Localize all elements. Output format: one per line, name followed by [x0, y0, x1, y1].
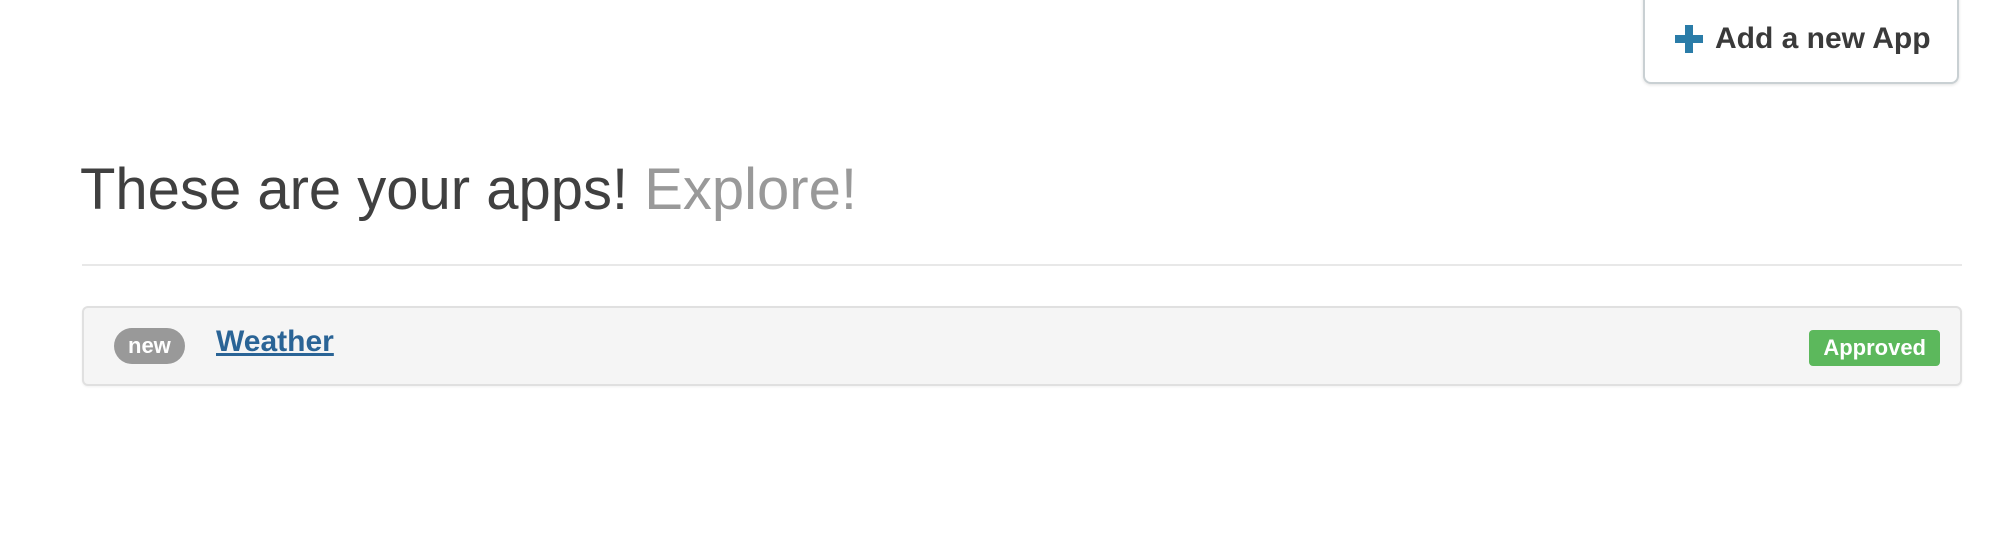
- plus-icon: [1675, 25, 1703, 53]
- page-title: These are your apps! Explore!: [80, 152, 857, 228]
- page-title-main: These are your apps!: [80, 157, 629, 222]
- status-badge: Approved: [1809, 330, 1940, 366]
- divider: [82, 264, 1962, 266]
- new-badge: new: [114, 328, 185, 364]
- app-list-item: new Weather Approved: [82, 306, 1962, 386]
- add-new-app-label: Add a new App: [1715, 22, 1931, 55]
- apps-page: Add a new App These are your apps! Explo…: [0, 0, 2008, 546]
- add-new-app-button[interactable]: Add a new App: [1643, 0, 1959, 84]
- page-title-subtitle: Explore!: [644, 157, 857, 222]
- app-link-weather[interactable]: Weather: [216, 322, 334, 362]
